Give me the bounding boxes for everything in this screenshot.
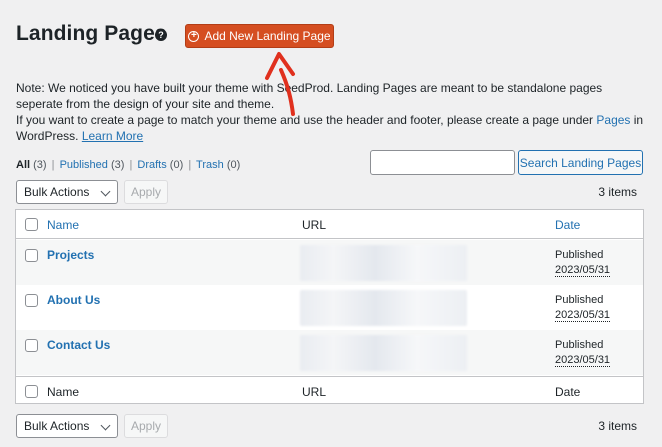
sort-date-column[interactable]: Date — [555, 218, 580, 232]
bulk-actions-select-bottom[interactable]: Bulk Actions — [16, 414, 118, 438]
date-value: 2023/05/31 — [555, 354, 611, 367]
status-label: Published — [555, 339, 604, 351]
status-filters: All (3) | Published (3) | Drafts (0) | T… — [16, 159, 240, 171]
status-label: Published — [555, 294, 604, 306]
apply-button-top[interactable]: Apply — [124, 180, 168, 204]
filter-published[interactable]: Published — [60, 159, 108, 171]
bulk-actions-label: Bulk Actions — [24, 419, 90, 433]
apply-button-bottom[interactable]: Apply — [124, 414, 168, 438]
name-column-footer: Name — [47, 385, 80, 399]
row-checkbox[interactable] — [25, 249, 38, 262]
url-column-footer: URL — [302, 385, 327, 399]
date-column-footer: Date — [555, 385, 581, 399]
page-title-link[interactable]: Projects — [47, 248, 94, 262]
page-title-link[interactable]: Contact Us — [47, 338, 110, 352]
landing-pages-table: Name URL Date Projects Published 2023/05… — [15, 209, 644, 404]
filter-drafts-count: (0) — [169, 159, 184, 171]
plus-circle-icon: + — [188, 30, 200, 42]
select-all-checkbox-footer[interactable] — [25, 385, 38, 398]
filter-separator: | — [188, 159, 192, 171]
bulk-actions-label: Bulk Actions — [24, 185, 90, 199]
filter-trash-count: (0) — [226, 159, 241, 171]
learn-more-link[interactable]: Learn More — [82, 129, 143, 143]
table-row: Projects Published 2023/05/31 — [16, 240, 643, 285]
url-redacted — [300, 335, 467, 371]
theme-note: Note: We noticed you have built your the… — [16, 80, 652, 144]
table-row: About Us Published 2023/05/31 — [16, 285, 643, 330]
search-landing-pages-button[interactable]: Search Landing Pages — [518, 150, 643, 175]
bulk-actions-select-top[interactable]: Bulk Actions — [16, 180, 118, 204]
date-value: 2023/05/31 — [555, 309, 611, 322]
date-value: 2023/05/31 — [555, 264, 611, 277]
filter-trash[interactable]: Trash — [196, 159, 224, 171]
date-cell: Published 2023/05/31 — [555, 293, 611, 323]
date-cell: Published 2023/05/31 — [555, 248, 611, 278]
annotation-arrow-icon — [265, 52, 295, 116]
filter-separator: | — [129, 159, 133, 171]
url-redacted — [300, 245, 467, 281]
sort-name-column[interactable]: Name — [47, 218, 79, 232]
select-all-checkbox[interactable] — [25, 218, 38, 231]
status-label: Published — [555, 249, 604, 261]
page-title-link[interactable]: About Us — [47, 293, 100, 307]
table-header: Name URL Date — [16, 210, 643, 239]
filter-separator: | — [51, 159, 55, 171]
pages-link[interactable]: Pages — [596, 113, 630, 127]
table-footer: Name URL Date — [16, 376, 643, 404]
chevron-down-icon — [100, 186, 111, 197]
search-input[interactable] — [370, 150, 515, 175]
row-checkbox[interactable] — [25, 339, 38, 352]
url-column-header: URL — [302, 218, 327, 232]
items-count-bottom: 3 items — [598, 419, 637, 433]
date-cell: Published 2023/05/31 — [555, 338, 611, 368]
add-new-landing-page-button[interactable]: + Add New Landing Page — [185, 24, 334, 48]
filter-drafts[interactable]: Drafts — [137, 159, 166, 171]
filter-published-count: (3) — [110, 159, 125, 171]
table-row: Contact Us Published 2023/05/31 — [16, 330, 643, 375]
help-icon[interactable]: ? — [155, 29, 167, 41]
row-checkbox[interactable] — [25, 294, 38, 307]
filter-all[interactable]: All — [16, 159, 30, 171]
url-redacted — [300, 290, 467, 326]
items-count-top: 3 items — [598, 185, 637, 199]
page-title: Landing Pages — [16, 22, 167, 45]
chevron-down-icon — [100, 420, 111, 431]
filter-all-count: (3) — [33, 159, 47, 171]
add-new-label: Add New Landing Page — [204, 29, 331, 43]
